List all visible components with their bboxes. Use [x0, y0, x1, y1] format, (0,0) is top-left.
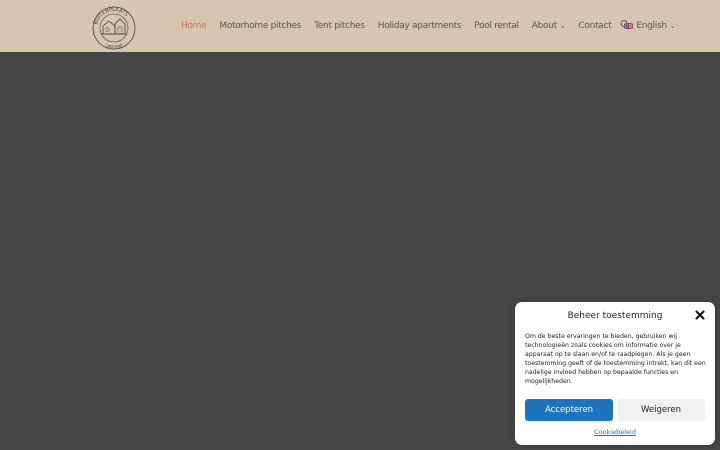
nav-label: Holiday apartments: [377, 21, 462, 31]
nav-item-holiday-apartments[interactable]: Holiday apartments: [378, 21, 462, 31]
accept-button[interactable]: Accepteren: [525, 399, 613, 421]
nav-item-motorhome-pitches[interactable]: Motorhome pitches: [219, 21, 301, 31]
nav-item-tent-pitches[interactable]: Tent pitches: [314, 21, 365, 31]
nav-item-pool-rental[interactable]: Pool rental: [474, 21, 519, 31]
svg-text:URETERP: URETERP: [105, 42, 124, 50]
nav-item-language[interactable]: English ⌄: [624, 21, 676, 31]
nav-label: Pool rental: [474, 21, 519, 31]
nav-item-home[interactable]: Home: [181, 21, 207, 31]
nav-label: English: [636, 21, 667, 31]
nav-label: Contact: [578, 21, 612, 31]
nav-label: About: [531, 21, 557, 31]
nav-label: Motorhome pitches: [219, 21, 302, 31]
cookie-policy-link[interactable]: Cookiebeleid: [515, 428, 715, 436]
nav-item-contact[interactable]: Contact: [578, 21, 611, 31]
dialog-title: Beheer toestemming: [567, 311, 663, 321]
main-nav: Home Motorhome pitches Tent pitches Holi…: [181, 0, 688, 52]
nav-label: Tent pitches: [314, 21, 365, 31]
logo-text-bottom: URETERP: [105, 42, 124, 50]
site-header: BUITENPLAATS URETERP Home Motorhome pitc…: [0, 0, 720, 52]
deny-button[interactable]: Weigeren: [617, 399, 705, 421]
cookie-consent-dialog: Beheer toestemming Om de beste ervaringe…: [515, 302, 715, 445]
site-logo[interactable]: BUITENPLAATS URETERP: [89, 2, 139, 52]
search-icon[interactable]: [620, 19, 630, 31]
nav-label: Home: [181, 21, 207, 31]
dialog-body: Om de beste ervaringen te bieden, gebrui…: [525, 333, 706, 385]
nav-item-about[interactable]: About ⌄: [532, 21, 566, 31]
chevron-down-icon: ⌄: [669, 22, 676, 30]
chevron-down-icon: ⌄: [559, 22, 566, 30]
close-icon[interactable]: [695, 310, 705, 320]
